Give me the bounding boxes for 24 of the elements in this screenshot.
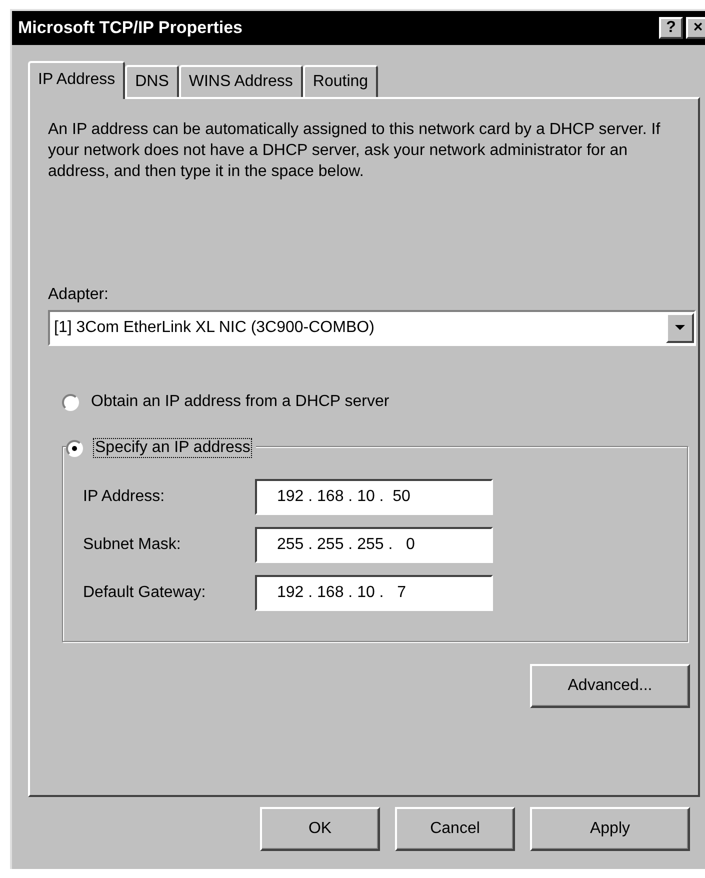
field-label: Subnet Mask: [83,536,182,554]
field-label: Default Gateway: [83,584,207,602]
tab[interactable]: IP Address [28,61,126,99]
adapter-dropdown[interactable]: [1] 3Com EtherLink XL NIC (3C900-COMBO) [48,310,696,346]
radio-option[interactable]: Obtain an IP address from a DHCP server [62,392,396,412]
help-button[interactable]: ? [659,17,683,39]
tab[interactable]: WINS Address [178,65,303,97]
window-title: Microsoft TCP/IP Properties [18,18,243,38]
tab[interactable]: Routing [302,65,378,97]
field-label: IP Address: [83,488,166,506]
ip-input-field[interactable]: 192 . 168 . 10 . 50 [255,479,493,515]
radio-button-icon[interactable] [62,394,79,410]
ip-input-field[interactable]: 255 . 255 . 255 . 0 [255,527,493,563]
advanced-button[interactable]: Advanced... [530,664,690,708]
description-text: An IP address can be automatically assigned to this network card by a DHCP server. If your network does not have a DHCP server, ask your network administrator for an address, and then type it in the space below. [48,120,662,182]
ip-input-field[interactable]: 192 . 168 . 10 . 7 [255,575,493,611]
dialog-button[interactable]: Apply [530,807,690,851]
close-button[interactable]: × [686,17,705,39]
adapter-label: Adapter: [48,286,110,304]
radio-option[interactable]: Specify an IP address [66,438,256,458]
dialog-button[interactable]: OK [260,807,380,851]
tab[interactable]: DNS [125,65,179,97]
dialog-button[interactable]: Cancel [395,807,515,851]
radio-button-icon[interactable] [66,440,83,456]
